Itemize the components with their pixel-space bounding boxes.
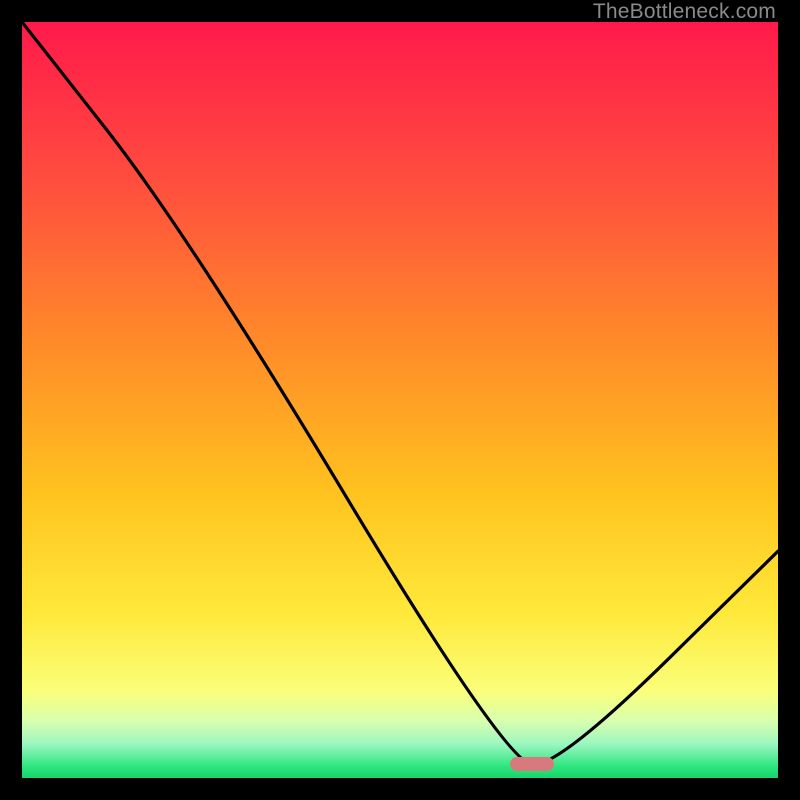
watermark-text: TheBottleneck.com bbox=[593, 0, 776, 24]
chart-frame bbox=[22, 22, 778, 778]
curve-path bbox=[22, 22, 778, 765]
optimal-point-marker bbox=[510, 757, 554, 771]
bottleneck-curve bbox=[22, 22, 778, 778]
